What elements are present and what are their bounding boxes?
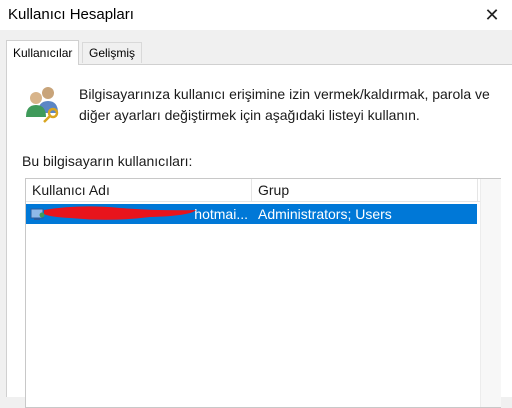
vertical-scrollbar[interactable]	[480, 179, 501, 407]
row-group: Administrators; Users	[258, 206, 392, 222]
tab-users[interactable]: Kullanıcılar	[6, 40, 80, 65]
users-list[interactable]: Kullanıcı Adı Grup hotmai... Administrat…	[25, 178, 501, 408]
redaction-mark	[44, 206, 196, 220]
users-panel: Bilgisayarınıza kullanıcı erişimine izin…	[6, 64, 512, 408]
column-header-username[interactable]: Kullanıcı Adı	[26, 179, 252, 201]
column-header-group[interactable]: Grup	[252, 179, 478, 201]
table-row[interactable]: hotmai... Administrators; Users	[26, 204, 477, 224]
users-key-icon	[26, 87, 59, 123]
intro-text: Bilgisayarınıza kullanıcı erişimine izin…	[79, 86, 490, 123]
title-bar: Kullanıcı Hesapları ✕	[0, 0, 512, 30]
tab-advanced[interactable]: Gelişmiş	[82, 42, 143, 63]
list-header: Kullanıcı Adı Grup	[26, 179, 480, 202]
close-button[interactable]: ✕	[472, 0, 512, 30]
users-list-label: Bu bilgisayarın kullanıcıları:	[22, 153, 193, 169]
window-title: Kullanıcı Hesapları	[8, 6, 134, 23]
